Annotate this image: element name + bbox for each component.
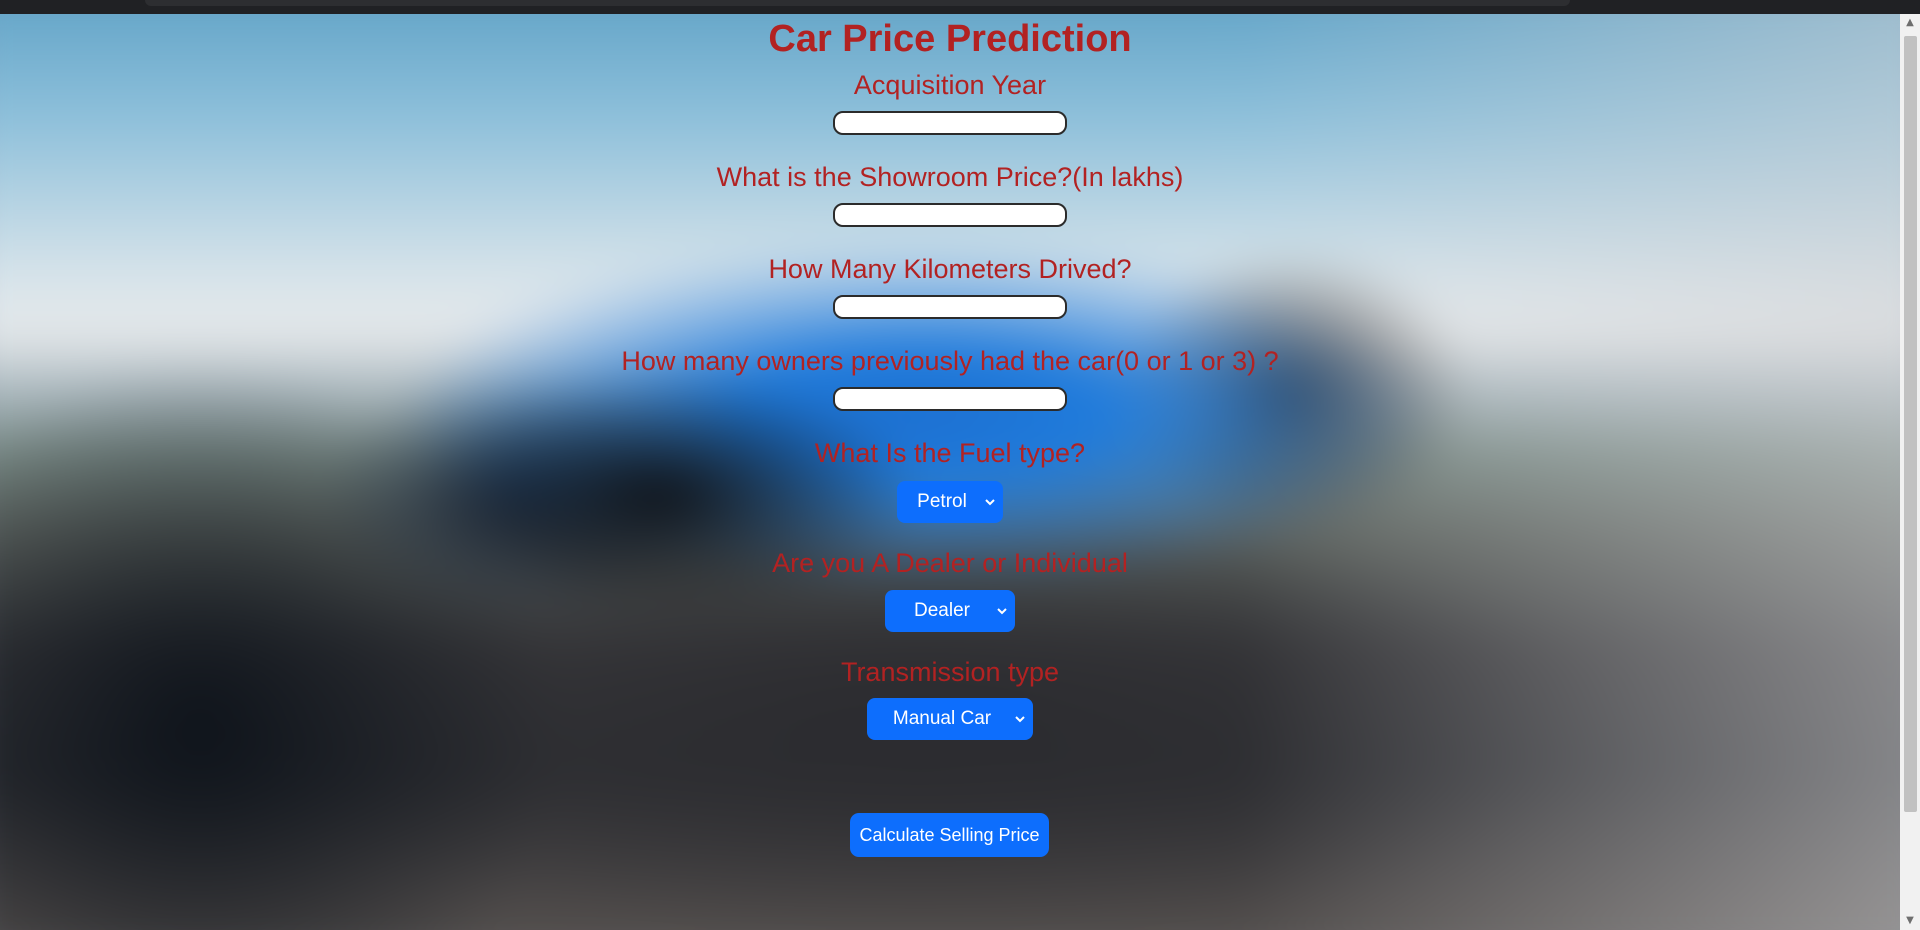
page-title: Car Price Prediction bbox=[768, 18, 1132, 60]
page-background bbox=[0, 14, 1900, 930]
fuel-type-select[interactable]: Petrol bbox=[897, 481, 1003, 523]
calculate-selling-price-button[interactable]: Calculate Selling Price bbox=[850, 813, 1049, 857]
showroom-price-input[interactable] bbox=[833, 203, 1067, 227]
fuel-type-selected-value: Petrol bbox=[917, 491, 967, 512]
transmission-selected-value: Manual Car bbox=[892, 708, 992, 729]
chevron-down-icon bbox=[985, 499, 995, 506]
transmission-label: Transmission type bbox=[840, 657, 1060, 687]
browser-tab-strip bbox=[145, 0, 1570, 6]
scrollbar-thumb[interactable] bbox=[1904, 36, 1917, 812]
transmission-select[interactable]: Manual Car bbox=[867, 698, 1033, 740]
seller-type-selected-value: Dealer bbox=[914, 600, 970, 621]
blurred-car-background-image bbox=[0, 14, 1900, 930]
showroom-price-label: What is the Showroom Price?(In lakhs) bbox=[716, 162, 1184, 192]
seller-type-label: Are you A Dealer or Individual bbox=[772, 548, 1128, 578]
vertical-scrollbar[interactable]: ▲ ▼ bbox=[1900, 14, 1920, 930]
owners-label: How many owners previously had the car(0… bbox=[621, 346, 1279, 376]
chevron-down-icon bbox=[997, 608, 1007, 615]
year-label: Acquisition Year bbox=[853, 70, 1047, 100]
kilometers-label: How Many Kilometers Drived? bbox=[768, 254, 1132, 284]
kilometers-input[interactable] bbox=[833, 295, 1067, 319]
owners-input[interactable] bbox=[833, 387, 1067, 411]
chevron-down-icon bbox=[1015, 716, 1025, 723]
seller-type-select[interactable]: Dealer bbox=[885, 590, 1015, 632]
year-input[interactable] bbox=[833, 111, 1067, 135]
fuel-type-label: What Is the Fuel type? bbox=[814, 438, 1086, 468]
browser-top-bar bbox=[0, 0, 1920, 14]
scroll-down-arrow-icon[interactable]: ▼ bbox=[1900, 912, 1920, 930]
scroll-up-arrow-icon[interactable]: ▲ bbox=[1900, 14, 1920, 32]
